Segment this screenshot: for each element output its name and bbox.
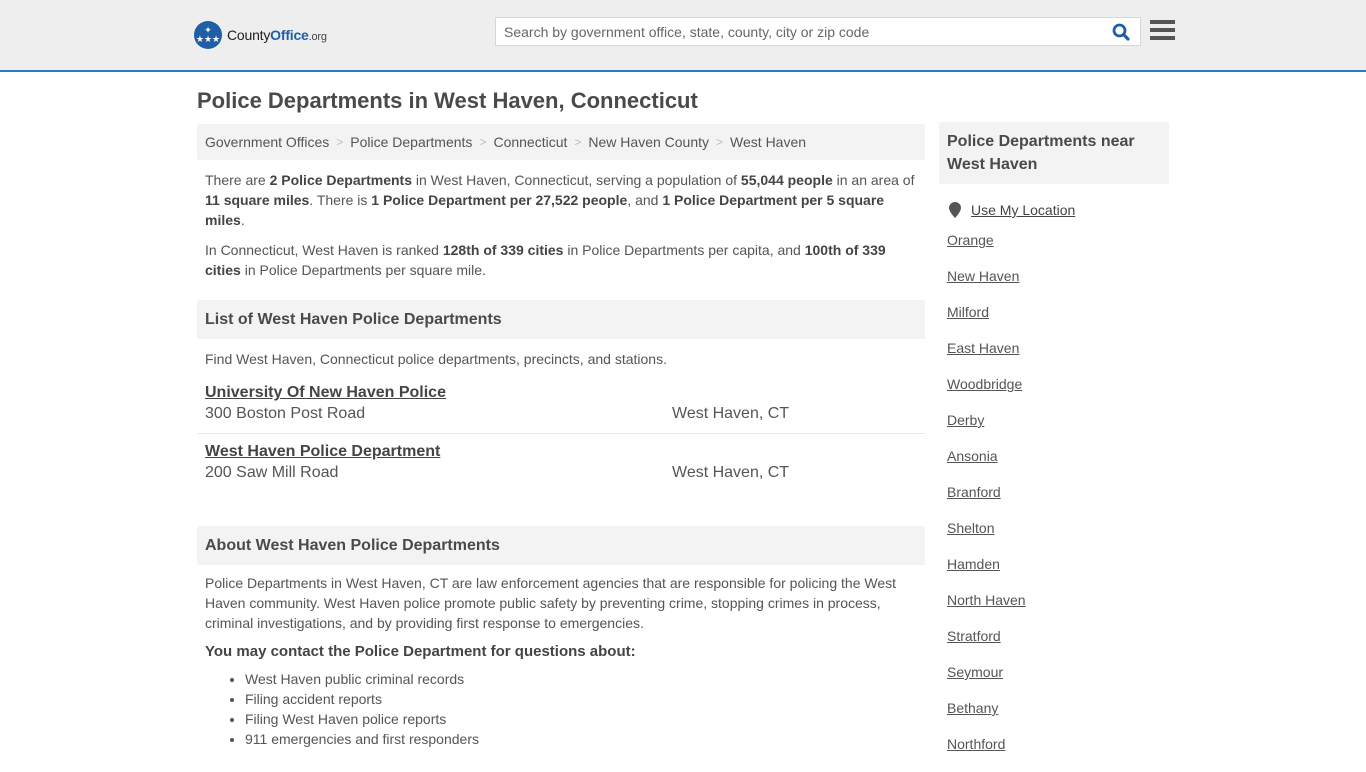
department-entry: University Of New Haven Police 300 Boston… [197, 381, 925, 434]
nearby-city-item: Shelton [947, 520, 1169, 556]
text-segment: In Connecticut, West Haven is ranked [205, 242, 443, 258]
hamburger-menu-icon[interactable] [1150, 20, 1175, 42]
text-segment: in Police Departments per capita, and [563, 242, 805, 258]
nearby-city-item: Hamden [947, 556, 1169, 592]
breadcrumb-separator-icon: > [336, 135, 344, 149]
text-segment: . [240, 212, 245, 228]
nearby-city-link[interactable]: Stratford [947, 628, 1001, 644]
breadcrumb-item[interactable]: Connecticut [493, 134, 567, 150]
contact-topic-item: 911 emergencies and first responders [245, 729, 925, 749]
nearby-city-item: Branford [947, 484, 1169, 520]
list-section-heading: List of West Haven Police Departments [197, 300, 925, 339]
site-header: ✦ ★★★ CountyOffice.org [0, 0, 1366, 72]
breadcrumb-separator-icon: > [716, 135, 724, 149]
text-segment: . There is [309, 192, 372, 208]
nearby-city-link[interactable]: Woodbridge [947, 376, 1022, 392]
department-list: University Of New Haven Police 300 Boston… [197, 381, 925, 492]
stat-highlight: 11 square miles [205, 192, 310, 208]
nearby-city-item: North Haven [947, 592, 1169, 628]
nearby-city-item: Ansonia [947, 448, 1169, 484]
nearby-city-item: New Haven [947, 268, 1169, 304]
department-city: West Haven, CT [672, 464, 790, 481]
department-address: 300 Boston Post Road [205, 405, 366, 422]
intro-paragraph-2: In Connecticut, West Haven is ranked 128… [197, 240, 925, 280]
nearby-city-item: East Haven [947, 340, 1169, 376]
stat-highlight: 1 Police Department per 27,522 people [371, 192, 628, 208]
nearby-city-link[interactable]: New Haven [947, 268, 1019, 284]
nearby-city-link[interactable]: Orange [947, 232, 994, 248]
nearby-city-link[interactable]: Bethany [947, 700, 998, 716]
page-title: Police Departments in West Haven, Connec… [197, 88, 698, 113]
stat-highlight: 128th of 339 cities [442, 242, 564, 258]
sidebar: Police Departments near West Haven Use M… [939, 122, 1169, 772]
stat-highlight: 55,044 people [740, 172, 833, 188]
search-input[interactable] [496, 18, 1108, 45]
search-box [495, 17, 1141, 46]
sidebar-heading: Police Departments near West Haven [939, 122, 1169, 184]
nearby-city-link[interactable]: Hamden [947, 556, 1000, 572]
nearby-city-item: Northford [947, 736, 1169, 772]
text-segment: in Police Departments per square mile. [240, 262, 486, 278]
nearby-city-link[interactable]: Milford [947, 304, 989, 320]
nearby-city-item: Milford [947, 304, 1169, 340]
stat-highlight: 2 Police Departments [269, 172, 412, 188]
nearby-city-link[interactable]: Shelton [947, 520, 994, 536]
use-my-location: Use My Location [939, 202, 1169, 218]
text-segment: in an area of [832, 172, 915, 188]
breadcrumb-item[interactable]: West Haven [730, 134, 806, 150]
contact-topic-item: Filing accident reports [245, 689, 925, 709]
department-city: West Haven, CT [672, 405, 790, 422]
contact-heading: You may contact the Police Department fo… [205, 643, 636, 660]
breadcrumb-separator-icon: > [479, 135, 487, 149]
site-logo[interactable]: ✦ ★★★ CountyOffice.org [194, 21, 327, 49]
main-content: Government Offices > Police Departments > Co… [197, 124, 925, 749]
logo-wordmark: CountyOffice.org [227, 27, 327, 43]
text-segment: in West Haven, Connecticut, serving a po… [411, 172, 741, 188]
text-segment: There are [205, 172, 270, 188]
nearby-city-item: Woodbridge [947, 376, 1169, 412]
nearby-city-link[interactable]: Derby [947, 412, 984, 428]
breadcrumb-item[interactable]: New Haven County [588, 134, 709, 150]
department-name-link[interactable]: University Of New Haven Police [205, 384, 446, 402]
search-icon[interactable] [1108, 19, 1134, 45]
department-address: 200 Saw Mill Road [205, 464, 339, 481]
list-description: Find West Haven, Connecticut police depa… [205, 351, 667, 367]
map-pin-icon [949, 202, 961, 218]
text-segment: , and [627, 192, 663, 208]
nearby-city-item: Seymour [947, 664, 1169, 700]
breadcrumb-item[interactable]: Police Departments [350, 134, 472, 150]
department-entry: West Haven Police Department 200 Saw Mill… [197, 434, 925, 492]
nearby-city-item: Derby [947, 412, 1169, 448]
contact-topics-list: West Haven public criminal recordsFiling… [197, 669, 925, 749]
contact-topic-item: West Haven public criminal records [245, 669, 925, 689]
department-name-link[interactable]: West Haven Police Department [205, 443, 440, 461]
nearby-city-link[interactable]: Ansonia [947, 448, 998, 464]
breadcrumb-item[interactable]: Government Offices [205, 134, 329, 150]
nearby-city-link[interactable]: North Haven [947, 592, 1026, 608]
breadcrumb-separator-icon: > [574, 135, 582, 149]
nearby-city-link[interactable]: Northford [947, 736, 1005, 752]
about-body: Police Departments in West Haven, CT are… [205, 575, 897, 631]
intro-paragraph-1: There are 2 Police Departments in West H… [197, 170, 925, 230]
nearby-city-link[interactable]: Seymour [947, 664, 1003, 680]
eagle-stars-icon: ✦ ★★★ [194, 21, 222, 49]
contact-topic-item: Filing West Haven police reports [245, 709, 925, 729]
nearby-cities-list: Orange New Haven Milford East Haven Woodbrid… [939, 232, 1169, 772]
use-my-location-link[interactable]: Use My Location [971, 202, 1075, 218]
nearby-city-item: Orange [947, 232, 1169, 268]
breadcrumb: Government Offices > Police Departments > Co… [197, 124, 925, 160]
nearby-city-link[interactable]: East Haven [947, 340, 1019, 356]
nearby-city-item: Bethany [947, 700, 1169, 736]
nearby-city-item: Stratford [947, 628, 1169, 664]
about-section-heading: About West Haven Police Departments [197, 526, 925, 565]
nearby-city-link[interactable]: Branford [947, 484, 1001, 500]
